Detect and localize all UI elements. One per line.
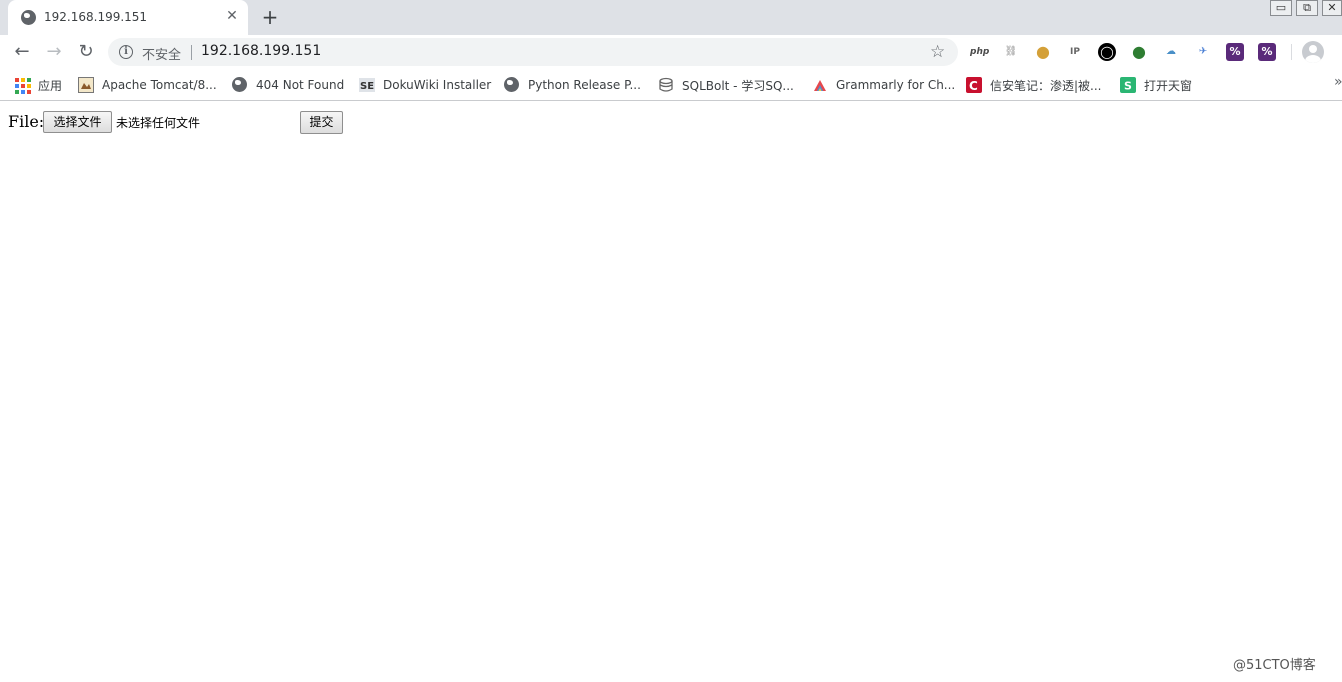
security-status[interactable]: 不安全	[142, 44, 181, 63]
no-file-chosen-text: 未选择任何文件	[116, 116, 201, 130]
bookmark-label: DokuWiki Installer	[383, 78, 492, 92]
svg-text:C: C	[969, 79, 978, 93]
bookmark-label: Grammarly for Ch...	[836, 78, 956, 92]
bookmark-dokuwiki[interactable]: SE DokuWiki Installer	[359, 75, 491, 95]
extensions-divider	[1291, 44, 1292, 60]
file-label: File:	[8, 112, 45, 131]
green-s-icon: S	[1120, 77, 1136, 93]
bookmark-xinan[interactable]: C 信安笔记：渗透|被...	[966, 75, 1102, 95]
bookmark-sqlbolt[interactable]: SQLBolt - 学习SQ...	[658, 75, 794, 95]
globe-icon	[232, 77, 248, 93]
hackbar-extension-icon[interactable]: %	[1226, 43, 1244, 61]
bookmark-apps[interactable]: 应用	[14, 75, 62, 95]
bookmark-tianchuang[interactable]: S 打开天窗	[1120, 75, 1192, 95]
bookmark-star-icon[interactable]: ☆	[930, 41, 945, 63]
restore-button[interactable]: ⧉	[1296, 0, 1318, 16]
page-content: File: 选择文件 未选择任何文件 提交	[0, 102, 1342, 682]
tab-title: 192.168.199.151	[44, 10, 148, 24]
choose-file-button[interactable]: 选择文件	[43, 111, 112, 133]
circle-extension-icon[interactable]: ◯	[1098, 43, 1116, 61]
cookie-extension-icon[interactable]: ●	[1034, 43, 1052, 61]
bird-extension-icon[interactable]: ✈	[1194, 43, 1212, 61]
tab-strip: 192.168.199.151 ✕ + ▭ ⧉ ✕	[0, 0, 1342, 35]
cloud-extension-icon[interactable]: ☁	[1162, 43, 1180, 61]
php-extension-icon[interactable]: php	[970, 43, 989, 61]
globe-favicon-icon	[21, 10, 36, 25]
apps-grid-icon	[14, 77, 31, 94]
bookmark-label: 信安笔记：渗透|被...	[990, 78, 1102, 93]
address-bar[interactable]: i 不安全 192.168.199.151 ☆	[108, 38, 958, 66]
tomcat-icon	[78, 77, 94, 93]
bookmark-label: SQLBolt - 学习SQ...	[682, 78, 794, 93]
green-globe-extension-icon[interactable]: ●	[1130, 43, 1148, 61]
browser-toolbar: ← → ↻ i 不安全 192.168.199.151 ☆ php ⛓ ● IP ◯ ● ☁…	[0, 35, 1342, 69]
active-tab[interactable]: 192.168.199.151 ✕	[8, 0, 248, 35]
grammarly-icon	[812, 77, 828, 93]
ip-search-extension-icon[interactable]: IP	[1066, 43, 1084, 61]
bookmark-label: Apache Tomcat/8...	[102, 78, 217, 92]
bookmark-label: 打开天窗	[1144, 78, 1193, 93]
bookmark-apache-tomcat[interactable]: Apache Tomcat/8...	[78, 75, 217, 95]
dokuwiki-icon: SE	[359, 77, 375, 93]
url-text[interactable]: 192.168.199.151	[201, 43, 321, 59]
profile-avatar[interactable]	[1302, 41, 1324, 63]
forward-button[interactable]: →	[42, 40, 66, 64]
back-button[interactable]: ←	[10, 40, 34, 64]
info-icon[interactable]: i	[119, 45, 133, 59]
tab-close-icon[interactable]: ✕	[224, 8, 240, 24]
svg-text:S: S	[1124, 80, 1132, 93]
chain-link-extension-icon[interactable]: ⛓	[1002, 43, 1020, 61]
bookmark-label: 应用	[38, 78, 63, 93]
hackbar-alt-extension-icon[interactable]: %	[1258, 43, 1276, 61]
bookmark-404[interactable]: 404 Not Found	[232, 75, 344, 95]
database-icon	[658, 77, 674, 93]
new-tab-button[interactable]: +	[259, 6, 281, 28]
close-window-button[interactable]: ✕	[1322, 0, 1342, 16]
bookmarks-overflow-icon[interactable]: »	[1334, 74, 1342, 90]
minimize-button[interactable]: ▭	[1270, 0, 1292, 16]
watermark: @51CTO博客	[1233, 658, 1316, 673]
bookmarks-bar: 应用 Apache Tomcat/8... 404 Not Found SE D…	[0, 69, 1342, 101]
bookmark-python[interactable]: Python Release P...	[504, 75, 641, 95]
bookmark-label: Python Release P...	[528, 78, 641, 92]
red-c-icon: C	[966, 77, 982, 93]
omnibox-divider	[191, 45, 192, 60]
reload-button[interactable]: ↻	[74, 40, 98, 64]
bookmark-grammarly[interactable]: Grammarly for Ch...	[812, 75, 955, 95]
svg-text:SE: SE	[360, 81, 374, 92]
bookmark-label: 404 Not Found	[256, 78, 345, 92]
submit-button[interactable]: 提交	[300, 111, 343, 134]
globe-icon	[504, 77, 520, 93]
